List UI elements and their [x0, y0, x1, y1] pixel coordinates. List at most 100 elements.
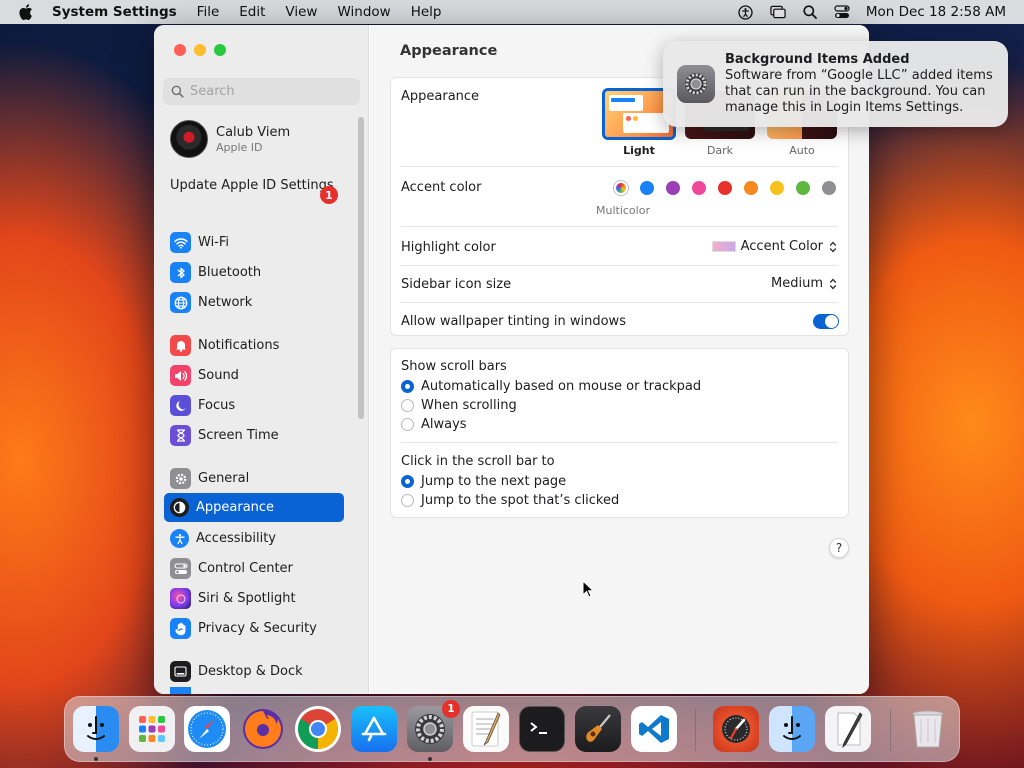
system-settings-gear-icon [677, 65, 715, 103]
sidebar-item-sound[interactable]: Sound [164, 361, 344, 390]
hand-icon [170, 618, 191, 639]
sidebar-icon-size-popup[interactable]: Medium [771, 276, 838, 291]
firefox-icon[interactable] [240, 706, 286, 752]
jump-next-page-option[interactable]: Jump to the next page [401, 474, 566, 489]
help-button[interactable]: ? [829, 538, 849, 558]
radio-selected[interactable] [401, 380, 414, 393]
show-scroll-bars-label: Show scroll bars [401, 359, 507, 374]
accent-swatch-pink[interactable] [692, 181, 706, 195]
screen-mirroring-icon[interactable] [770, 4, 786, 20]
minimize-button[interactable] [194, 44, 206, 56]
trash-icon[interactable] [905, 706, 951, 752]
appearance-dark-label: Dark [706, 144, 734, 157]
app-name-menu[interactable]: System Settings [52, 4, 177, 20]
accent-swatch-green[interactable] [796, 181, 810, 195]
sidebar-item-privacy-security[interactable]: Privacy & Security [164, 614, 344, 643]
control-center-icon [170, 558, 191, 579]
file-menu[interactable]: File [197, 4, 220, 20]
menubar-clock[interactable]: Mon Dec 18 2:58 AM [866, 4, 1006, 20]
finder-alt-icon[interactable] [769, 706, 815, 752]
apple-id-profile[interactable]: Calub Viem Apple ID [170, 120, 290, 158]
terminal-icon[interactable] [519, 706, 565, 752]
radio-unselected[interactable] [401, 418, 414, 431]
sidebar-item-label: Screen Time [198, 428, 279, 443]
sidebar-item-label: Bluetooth [198, 265, 262, 280]
scroll-when-scrolling-option[interactable]: When scrolling [401, 398, 517, 413]
edit-menu[interactable]: Edit [239, 4, 265, 20]
sidebar-item-label: Accessibility [196, 531, 276, 546]
radio-unselected[interactable] [401, 399, 414, 412]
accessibility-icon [170, 529, 189, 548]
sidebar-item-label: Network [198, 295, 253, 310]
radio-unselected[interactable] [401, 494, 414, 507]
finder-icon[interactable] [73, 706, 119, 752]
chrome-icon[interactable] [295, 706, 341, 752]
sidebar-item-wifi[interactable]: Wi-Fi [164, 228, 344, 257]
hourglass-icon [170, 425, 191, 446]
close-button[interactable] [174, 44, 186, 56]
accent-swatch-graphite[interactable] [822, 181, 836, 195]
accessibility-status-icon[interactable] [738, 4, 754, 20]
safari-icon[interactable] [184, 706, 230, 752]
wallpaper-tinting-toggle[interactable] [813, 314, 839, 329]
spotlight-search-icon[interactable] [802, 4, 818, 20]
textedit-icon[interactable] [463, 706, 509, 752]
vscode-icon[interactable] [631, 706, 677, 752]
sidebar-item-label: Privacy & Security [198, 621, 317, 636]
sidebar-item-notifications[interactable]: Notifications [164, 331, 344, 360]
view-menu[interactable]: View [285, 4, 317, 20]
zoom-button[interactable] [214, 44, 226, 56]
divider [401, 265, 838, 266]
divider [401, 302, 838, 303]
divider [401, 166, 838, 167]
scroll-settings-card: Show scroll bars Automatically based on … [390, 348, 849, 518]
accent-swatch-orange[interactable] [744, 181, 758, 195]
search-input[interactable] [190, 84, 350, 99]
search-field[interactable] [163, 78, 360, 105]
highlight-color-popup[interactable]: Accent Color [711, 239, 838, 254]
sidebar-item-control-center[interactable]: Control Center [164, 554, 344, 583]
radio-selected[interactable] [401, 475, 414, 488]
accent-swatch-purple[interactable] [666, 181, 680, 195]
accent-swatch-red[interactable] [718, 181, 732, 195]
finder-running-indicator [94, 757, 98, 761]
sidebar-scrollbar[interactable] [358, 117, 364, 419]
highlight-color-preview [711, 241, 736, 252]
sidebar: Calub Viem Apple ID Update Apple ID Sett… [154, 25, 369, 694]
accent-swatch-multicolor[interactable] [614, 181, 628, 195]
notification-banner[interactable]: Background Items Added Software from “Go… [663, 41, 1008, 127]
search-icon [171, 85, 184, 98]
control-center-icon[interactable] [834, 4, 850, 20]
dock-separator [695, 709, 696, 751]
sidebar-item-network[interactable]: Network [164, 288, 344, 317]
sidebar-item-accessibility[interactable]: Accessibility [164, 524, 344, 553]
accent-swatch-blue[interactable] [640, 181, 654, 195]
scroll-auto-option[interactable]: Automatically based on mouse or trackpad [401, 379, 701, 394]
accent-swatch-yellow[interactable] [770, 181, 784, 195]
sidebar-item-appearance[interactable]: Appearance [164, 493, 344, 522]
sidebar-item-focus[interactable]: Focus [164, 391, 344, 420]
script-editor-icon[interactable] [825, 706, 871, 752]
sidebar-item-label: Control Center [198, 561, 293, 576]
sidebar-item-bluetooth[interactable]: Bluetooth [164, 258, 344, 287]
app-store-icon[interactable] [351, 706, 397, 752]
sidebar-item-screen-time[interactable]: Screen Time [164, 421, 344, 450]
jump-spot-clicked-label: Jump to the spot that’s clicked [421, 493, 620, 508]
profile-subtitle: Apple ID [216, 140, 263, 154]
help-menu[interactable]: Help [411, 4, 442, 20]
profile-name: Calub Viem [216, 124, 291, 140]
jump-spot-clicked-option[interactable]: Jump to the spot that’s clicked [401, 493, 619, 508]
sidebar-item-desktop-dock[interactable]: Desktop & Dock [164, 657, 344, 686]
sidebar-item-general[interactable]: General [164, 464, 344, 493]
launchpad-icon[interactable] [129, 706, 175, 752]
instruments-icon[interactable] [713, 706, 759, 752]
speaker-icon [170, 365, 191, 386]
apple-menu-icon[interactable] [16, 2, 36, 22]
divider [401, 226, 838, 227]
sidebar-item-siri-spotlight[interactable]: Siri & Spotlight [164, 584, 344, 613]
garageband-icon[interactable] [575, 706, 621, 752]
scroll-always-option[interactable]: Always [401, 417, 467, 432]
window-menu[interactable]: Window [337, 4, 390, 20]
mouse-cursor-icon [582, 579, 595, 602]
update-apple-id-settings[interactable]: Update Apple ID Settings [170, 178, 340, 194]
